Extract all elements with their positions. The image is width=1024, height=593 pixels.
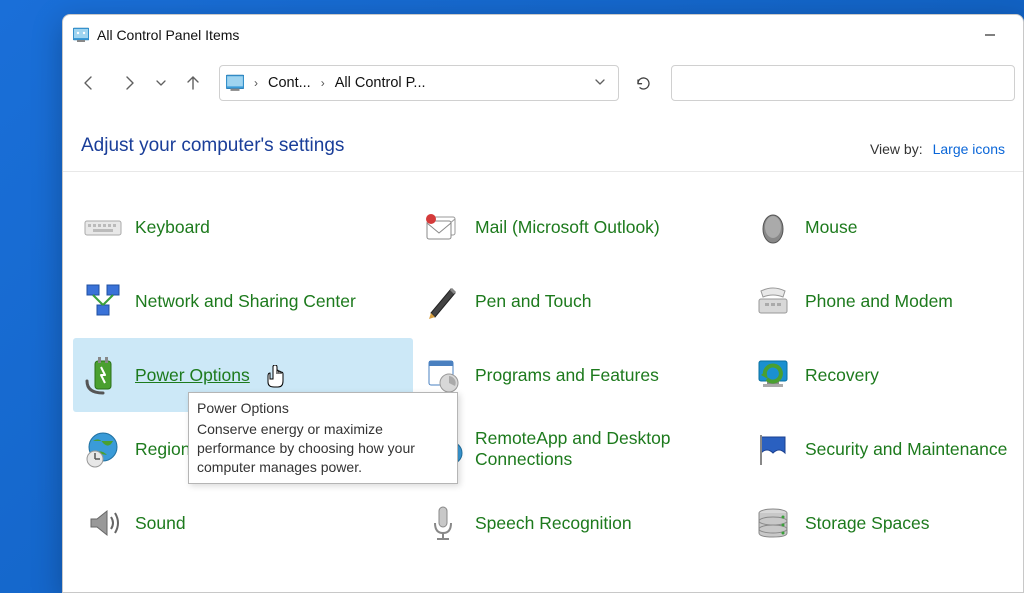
item-remoteapp[interactable]: RemoteApp and Desktop Connections	[413, 412, 743, 486]
item-mail[interactable]: Mail (Microsoft Outlook)	[413, 190, 743, 264]
item-speech-recognition[interactable]: Speech Recognition	[413, 486, 743, 560]
control-panel-icon	[73, 27, 89, 43]
breadcrumb-segment[interactable]: Cont...	[268, 75, 311, 91]
item-programs-features[interactable]: Programs and Features	[413, 338, 743, 412]
storage-icon	[751, 501, 795, 545]
phone-icon	[751, 279, 795, 323]
item-label: Recovery	[805, 365, 879, 386]
items-area: Keyboard Mail (Microsoft Outlook) Mouse …	[63, 172, 1023, 592]
recent-locations-button[interactable]	[151, 65, 171, 101]
item-recovery[interactable]: Recovery	[743, 338, 1023, 412]
keyboard-icon	[81, 205, 125, 249]
viewby-label: View by:	[870, 141, 923, 157]
tooltip-title: Power Options	[197, 399, 449, 418]
chevron-right-icon[interactable]: ›	[250, 76, 262, 90]
sound-icon	[81, 501, 125, 545]
page-header: Adjust your computer's settings View by:…	[63, 111, 1023, 172]
network-icon	[81, 279, 125, 323]
page-title: Adjust your computer's settings	[81, 135, 344, 157]
control-panel-window: All Control Panel Items	[62, 14, 1024, 593]
item-label: Pen and Touch	[475, 291, 591, 312]
item-sound[interactable]: Sound	[73, 486, 413, 560]
refresh-button[interactable]	[625, 65, 661, 101]
toolbar: › Cont... › All Control P...	[63, 55, 1023, 111]
item-label: Phone and Modem	[805, 291, 953, 312]
chevron-right-icon[interactable]: ›	[317, 76, 329, 90]
mail-icon	[421, 205, 465, 249]
security-icon	[751, 427, 795, 471]
tooltip-body: Conserve energy or maximize performance …	[197, 420, 449, 477]
programs-icon	[421, 353, 465, 397]
forward-button[interactable]	[111, 65, 147, 101]
item-mouse[interactable]: Mouse	[743, 190, 1023, 264]
item-label: Sound	[135, 513, 186, 534]
item-keyboard[interactable]: Keyboard	[73, 190, 413, 264]
item-label: RemoteApp and Desktop Connections	[475, 428, 735, 470]
minimize-button[interactable]	[967, 19, 1013, 51]
viewby-dropdown[interactable]: Large icons	[933, 141, 1005, 157]
item-label: Keyboard	[135, 217, 210, 238]
item-pen-touch[interactable]: Pen and Touch	[413, 264, 743, 338]
search-input[interactable]	[671, 65, 1015, 101]
titlebar: All Control Panel Items	[63, 15, 1023, 55]
up-button[interactable]	[175, 65, 211, 101]
mouse-icon	[751, 205, 795, 249]
item-label: Mail (Microsoft Outlook)	[475, 217, 660, 238]
item-storage-spaces[interactable]: Storage Spaces	[743, 486, 1023, 560]
item-label: Power Options	[135, 365, 250, 386]
item-label: Region	[135, 439, 190, 460]
item-label: Storage Spaces	[805, 513, 930, 534]
region-icon	[81, 427, 125, 471]
window-title: All Control Panel Items	[97, 27, 239, 43]
item-security-maintenance[interactable]: Security and Maintenance	[743, 412, 1023, 486]
item-phone-modem[interactable]: Phone and Modem	[743, 264, 1023, 338]
address-bar[interactable]: › Cont... › All Control P...	[219, 65, 619, 101]
breadcrumb-segment[interactable]: All Control P...	[335, 75, 426, 91]
power-icon	[81, 353, 125, 397]
tooltip: Power Options Conserve energy or maximiz…	[188, 392, 458, 484]
recovery-icon	[751, 353, 795, 397]
address-dropdown-button[interactable]	[588, 76, 612, 91]
item-label: Network and Sharing Center	[135, 291, 356, 312]
item-label: Security and Maintenance	[805, 439, 1007, 460]
control-panel-icon	[226, 74, 244, 92]
item-label: Mouse	[805, 217, 858, 238]
pen-icon	[421, 279, 465, 323]
back-button[interactable]	[71, 65, 107, 101]
speech-icon	[421, 501, 465, 545]
item-label: Speech Recognition	[475, 513, 632, 534]
item-network-sharing[interactable]: Network and Sharing Center	[73, 264, 413, 338]
item-label: Programs and Features	[475, 365, 659, 386]
